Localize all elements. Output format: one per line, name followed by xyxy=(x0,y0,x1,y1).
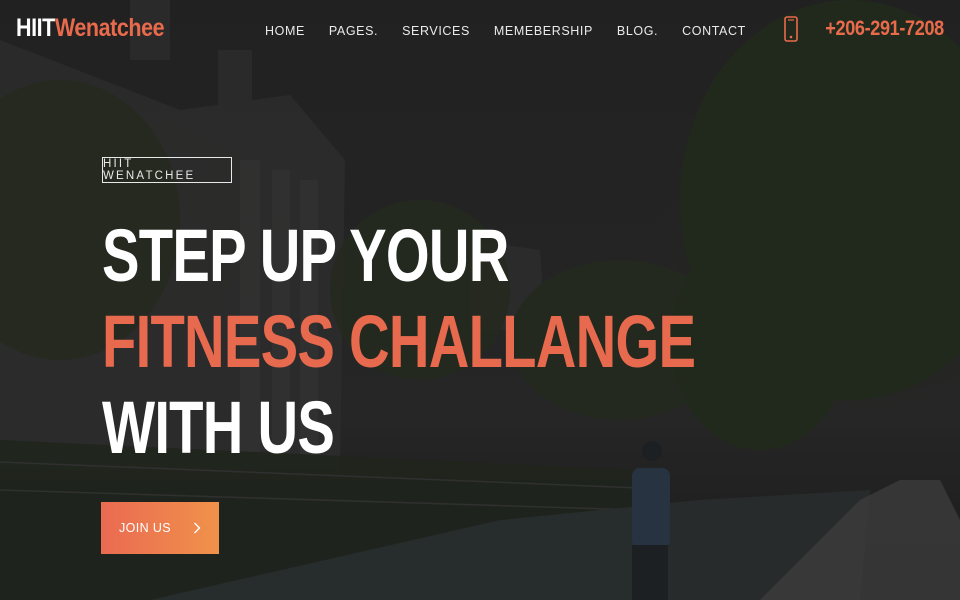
hero-headline: STEP UP YOUR FITNESS CHALLANGE WITH US xyxy=(102,213,883,471)
logo-text-primary: HIIT xyxy=(16,14,55,42)
site-logo[interactable]: HIITWenatchee xyxy=(16,14,165,43)
main-navigation: HOME PAGES. SERVICES MEMEBERSHIP BLOG. C… xyxy=(265,22,746,40)
mobile-phone-icon xyxy=(784,16,798,42)
nav-item-membership[interactable]: MEMEBERSHIP xyxy=(494,22,593,40)
phone-number[interactable]: +206-291-7208 xyxy=(825,17,944,41)
join-us-button[interactable]: JOIN US xyxy=(101,502,219,554)
headline-line-3: WITH US xyxy=(102,386,335,469)
nav-item-services[interactable]: SERVICES xyxy=(402,22,470,40)
chevron-right-icon xyxy=(194,522,201,534)
nav-item-pages[interactable]: PAGES. xyxy=(329,22,378,40)
headline-line-1: STEP UP YOUR xyxy=(102,214,509,297)
logo-text-accent: Wenatchee xyxy=(54,14,165,42)
phone-contact[interactable]: +206-291-7208 xyxy=(784,16,944,42)
hero-badge: HIIT WENATCHEE xyxy=(102,157,232,183)
nav-item-home[interactable]: HOME xyxy=(265,22,305,40)
nav-item-blog[interactable]: BLOG. xyxy=(617,22,658,40)
page: HIITWenatchee HOME PAGES. SERVICES MEMEB… xyxy=(0,0,960,600)
join-us-label: JOIN US xyxy=(118,521,172,535)
nav-item-contact[interactable]: CONTACT xyxy=(682,22,746,40)
headline-line-2: FITNESS CHALLANGE xyxy=(102,300,696,383)
